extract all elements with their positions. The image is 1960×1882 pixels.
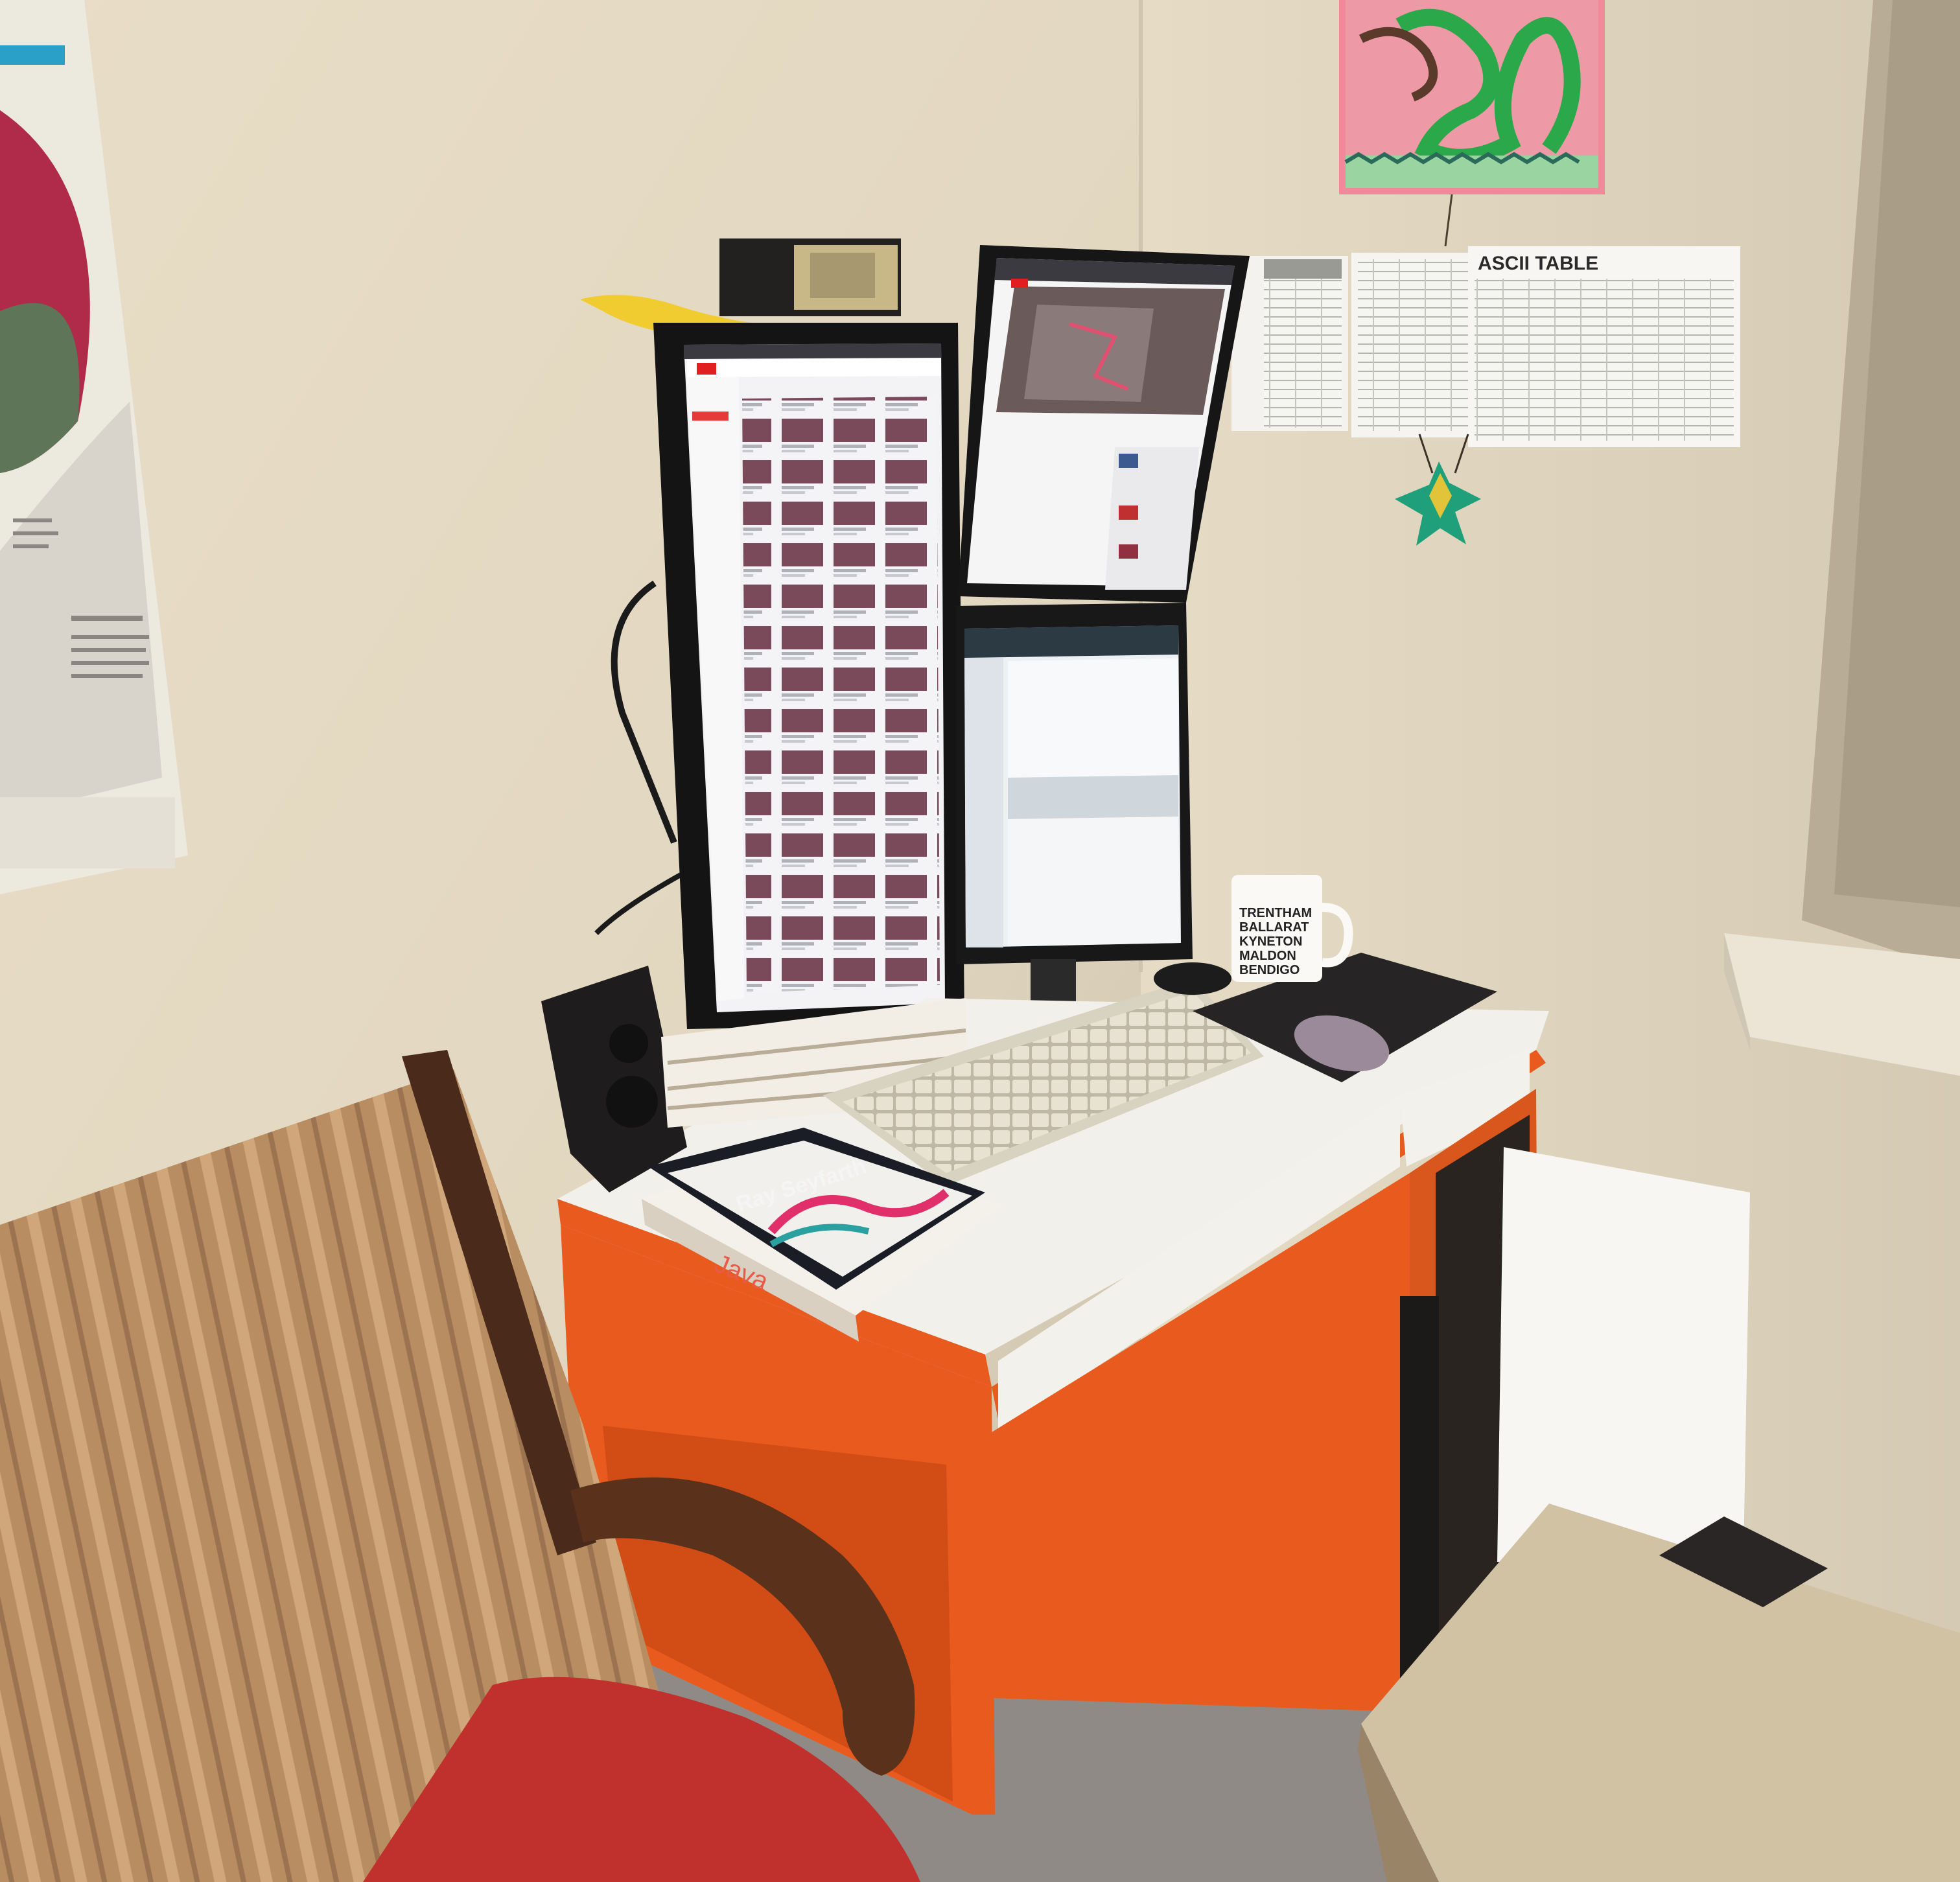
mug-text-line: KYNETON [1239,935,1302,949]
mug-text-line: BENDIGO [1239,963,1300,977]
wired-mouse [1154,962,1231,995]
mug-text-line: TRENTHAM [1239,906,1312,920]
top-speaker [719,238,901,316]
mug-text-line: BALLARAT [1239,920,1309,935]
dragon-artwork [1339,0,1605,194]
ascii-table-title: ASCII TABLE [1478,253,1598,274]
left-monitor [653,323,964,1029]
desk-setup-photo: ASCII TABLE TRENTHAM BALLARAT KYNETON MA… [0,0,1960,1882]
cabinet-door [1497,1147,1750,1562]
ascii-table-papers: ASCII TABLE [1231,246,1740,447]
mug-text-line: MALDON [1239,949,1296,963]
bottom-right-monitor [956,603,1193,964]
